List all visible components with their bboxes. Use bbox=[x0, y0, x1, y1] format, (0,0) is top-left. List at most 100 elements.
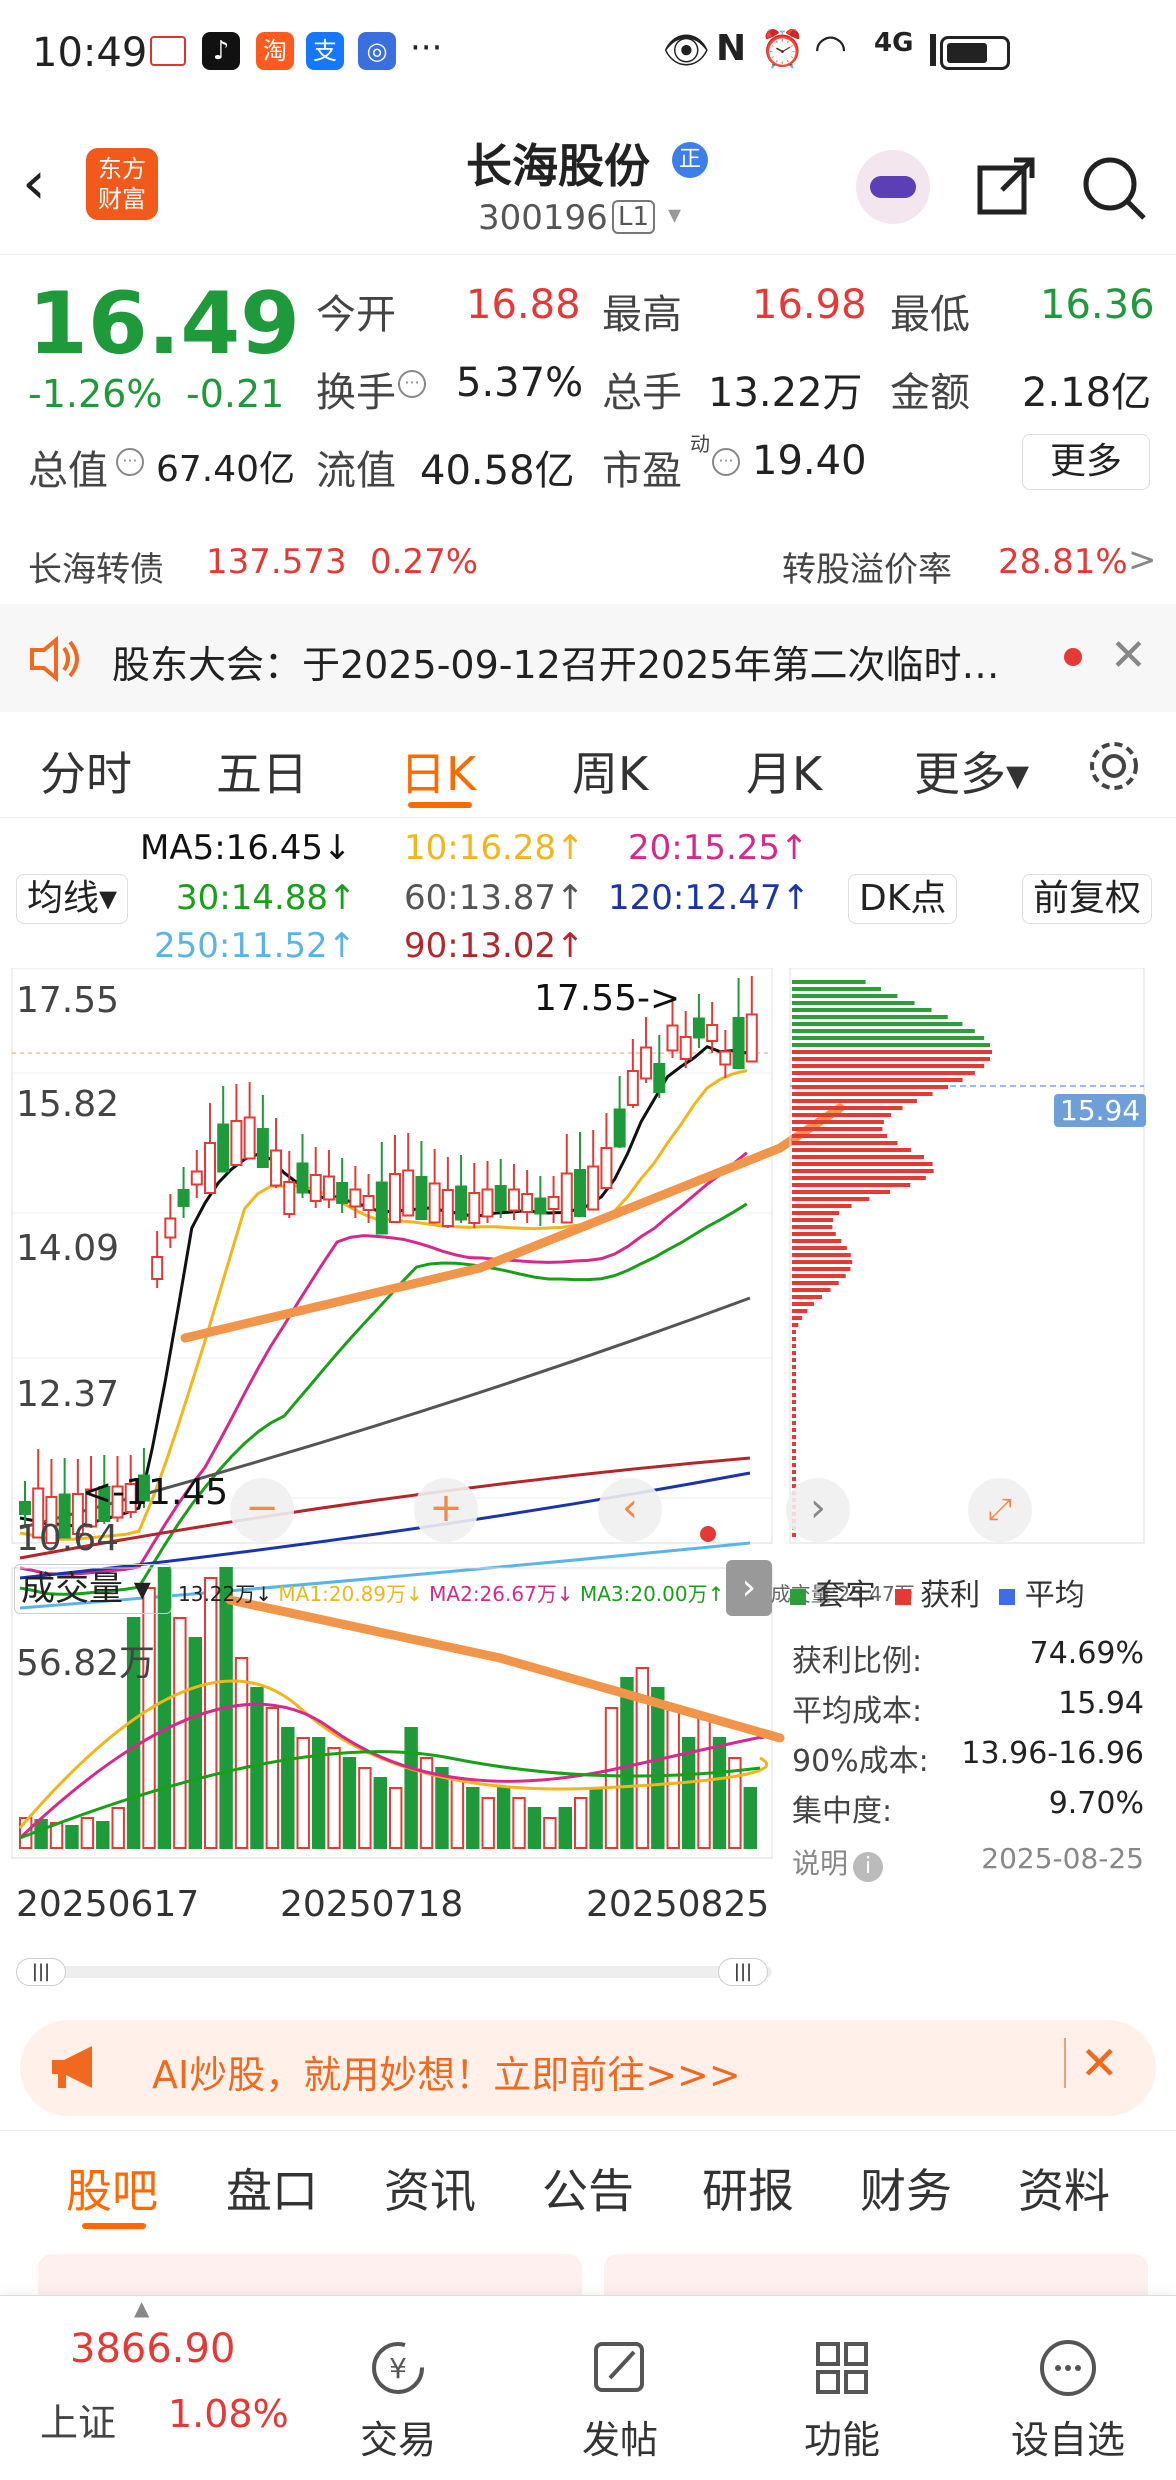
premium-arrow-icon[interactable]: > bbox=[1128, 540, 1157, 580]
volume-bar bbox=[188, 1637, 202, 1849]
active-tab-indicator bbox=[82, 2223, 146, 2229]
chip-row-label: 集中度: bbox=[792, 1794, 893, 1829]
chip-bar bbox=[792, 1393, 796, 1397]
info-icon[interactable]: ··· bbox=[398, 370, 426, 398]
tab-more[interactable]: 更多▾ bbox=[914, 738, 1029, 804]
trend-line-annotation bbox=[180, 1103, 845, 1343]
chip-bar bbox=[792, 1008, 932, 1012]
chip-bar bbox=[792, 1470, 796, 1474]
tab-pankou[interactable]: 盘口 bbox=[226, 2155, 318, 2221]
tab-intraday[interactable]: 分时 bbox=[40, 738, 132, 804]
tab-monthly-k[interactable]: 月K bbox=[746, 738, 822, 804]
close-icon[interactable]: ✕ bbox=[1080, 2036, 1119, 2090]
fullscreen-icon[interactable]: ⤢ bbox=[968, 1478, 1032, 1542]
ai-robot-icon[interactable] bbox=[856, 150, 930, 224]
tab-guba[interactable]: 股吧 bbox=[66, 2155, 158, 2221]
share-icon[interactable] bbox=[974, 154, 1038, 218]
volume-bar bbox=[620, 1677, 634, 1849]
candle-body bbox=[640, 1046, 653, 1080]
volume-bar bbox=[296, 1737, 310, 1849]
bond-percent: 0.27% bbox=[370, 542, 479, 582]
close-icon[interactable]: ✕ bbox=[1110, 630, 1147, 681]
level-badge[interactable]: L1 bbox=[612, 200, 656, 234]
volume-indicator-dropdown[interactable]: 成交量 ▾ bbox=[14, 1564, 172, 1614]
nav-post-label: 发帖 bbox=[581, 2418, 658, 2462]
up-arrow-icon: ▲ bbox=[134, 2296, 150, 2320]
nav-watchlist[interactable]: 设自选 bbox=[1008, 2336, 1128, 2464]
ai-banner[interactable]: AI炒股，就用妙想！立即前往>>> ✕ bbox=[20, 2020, 1156, 2116]
tab-weekly-k[interactable]: 周K bbox=[572, 738, 648, 804]
tab-research[interactable]: 研报 bbox=[702, 2155, 794, 2221]
collapse-button[interactable]: › bbox=[726, 1560, 772, 1616]
legend-profit: 获利 bbox=[920, 1578, 981, 1613]
stock-header: ‹ 东方 财富 长海股份 正 300196 L1 ▾ bbox=[0, 110, 1176, 255]
notice-bar[interactable]: 股东大会：于2025-09-12召开2025年第二次临时… ✕ bbox=[0, 604, 1176, 712]
volume-bar bbox=[574, 1797, 588, 1849]
tab-announcement[interactable]: 公告 bbox=[542, 2155, 634, 2221]
legend-avg: 平均 bbox=[1024, 1578, 1085, 1613]
search-icon[interactable] bbox=[1080, 154, 1148, 222]
active-tab-indicator bbox=[408, 802, 472, 808]
volume-bar bbox=[666, 1707, 680, 1849]
info-icon[interactable]: ··· bbox=[116, 448, 144, 476]
ai-banner-text[interactable]: AI炒股，就用妙想！立即前往>>> bbox=[152, 2044, 741, 2099]
ma120-label: 120:12.47↑ bbox=[608, 878, 811, 918]
zoom-in-button[interactable]: + bbox=[414, 1478, 478, 1542]
volume-bar bbox=[389, 1787, 403, 1849]
volume-bar bbox=[111, 1807, 125, 1849]
notice-text[interactable]: 股东大会：于2025-09-12召开2025年第二次临时… bbox=[112, 634, 1000, 689]
chip-note-label[interactable]: 说明 bbox=[792, 1847, 848, 1880]
chip-note-row: 说明 i 2025-08-25 bbox=[792, 1842, 1144, 1902]
expand-chip-button[interactable]: › bbox=[786, 1478, 850, 1542]
tab-news[interactable]: 资讯 bbox=[384, 2155, 476, 2221]
index-name[interactable]: 上证 bbox=[40, 2392, 116, 2447]
scroll-handle-left[interactable]: ||| bbox=[16, 1958, 66, 1986]
ma5-label: MA5:16.45↓ bbox=[140, 828, 352, 868]
volume-value: 13.22万 bbox=[708, 370, 863, 416]
chip-bar bbox=[792, 1036, 985, 1040]
scroll-left-button[interactable]: ‹ bbox=[598, 1478, 662, 1542]
indicator-dropdown[interactable]: 均线▾ bbox=[16, 874, 129, 924]
chip-bar bbox=[792, 1127, 883, 1131]
candle-body bbox=[389, 1173, 401, 1223]
tab-daily-k[interactable]: 日K bbox=[400, 738, 476, 804]
volume-bar bbox=[281, 1727, 295, 1849]
info-icon[interactable]: ··· bbox=[712, 448, 740, 476]
tab-profile[interactable]: 资料 bbox=[1018, 2155, 1110, 2221]
index-value[interactable]: 3866.90 bbox=[70, 2326, 235, 2372]
chip-row: 获利比例: 74.69% bbox=[792, 1636, 1144, 1686]
scroll-handle-right[interactable]: ||| bbox=[718, 1958, 768, 1986]
price-tick-4: 12.37 bbox=[16, 1374, 120, 1415]
volume-label: 成交量 bbox=[21, 1569, 123, 1609]
chip-bar bbox=[792, 1071, 975, 1075]
candle-body bbox=[336, 1182, 349, 1204]
tab-finance[interactable]: 财务 bbox=[860, 2155, 952, 2221]
chip-bar bbox=[792, 1057, 991, 1061]
nav-trade[interactable]: ¥ 交易 bbox=[358, 2336, 438, 2464]
candle-body bbox=[626, 1070, 639, 1106]
volume-bar bbox=[697, 1717, 711, 1849]
nav-function[interactable]: 功能 bbox=[802, 2336, 882, 2464]
chip-bar bbox=[792, 1351, 796, 1355]
ma10-label: 10:16.28↑ bbox=[404, 828, 585, 868]
adjust-button[interactable]: 前复权 bbox=[1022, 874, 1153, 924]
timeline-scrollbar[interactable] bbox=[16, 1966, 772, 1978]
tab-five-day[interactable]: 五日 bbox=[216, 738, 308, 804]
volume-bar bbox=[358, 1767, 372, 1849]
code-dropdown-icon[interactable]: ▾ bbox=[668, 200, 681, 230]
candle-body bbox=[204, 1142, 216, 1194]
chip-bar bbox=[792, 1029, 975, 1033]
info-icon[interactable]: i bbox=[853, 1852, 884, 1882]
volume-bar bbox=[589, 1787, 603, 1849]
zoom-out-button[interactable]: − bbox=[230, 1478, 294, 1542]
taobao-icon: 淘 bbox=[256, 32, 294, 70]
back-icon[interactable]: ‹ bbox=[22, 148, 46, 218]
nav-post[interactable]: 发帖 bbox=[580, 2336, 660, 2464]
volume-bar bbox=[651, 1687, 665, 1849]
dk-point-button[interactable]: DK点 bbox=[848, 874, 958, 924]
bond-label[interactable]: 长海转债 bbox=[28, 542, 164, 591]
chip-bar bbox=[792, 1197, 870, 1201]
chip-bar bbox=[792, 1022, 963, 1026]
settings-icon[interactable] bbox=[1084, 736, 1144, 796]
more-button[interactable]: 更多 bbox=[1022, 434, 1150, 490]
